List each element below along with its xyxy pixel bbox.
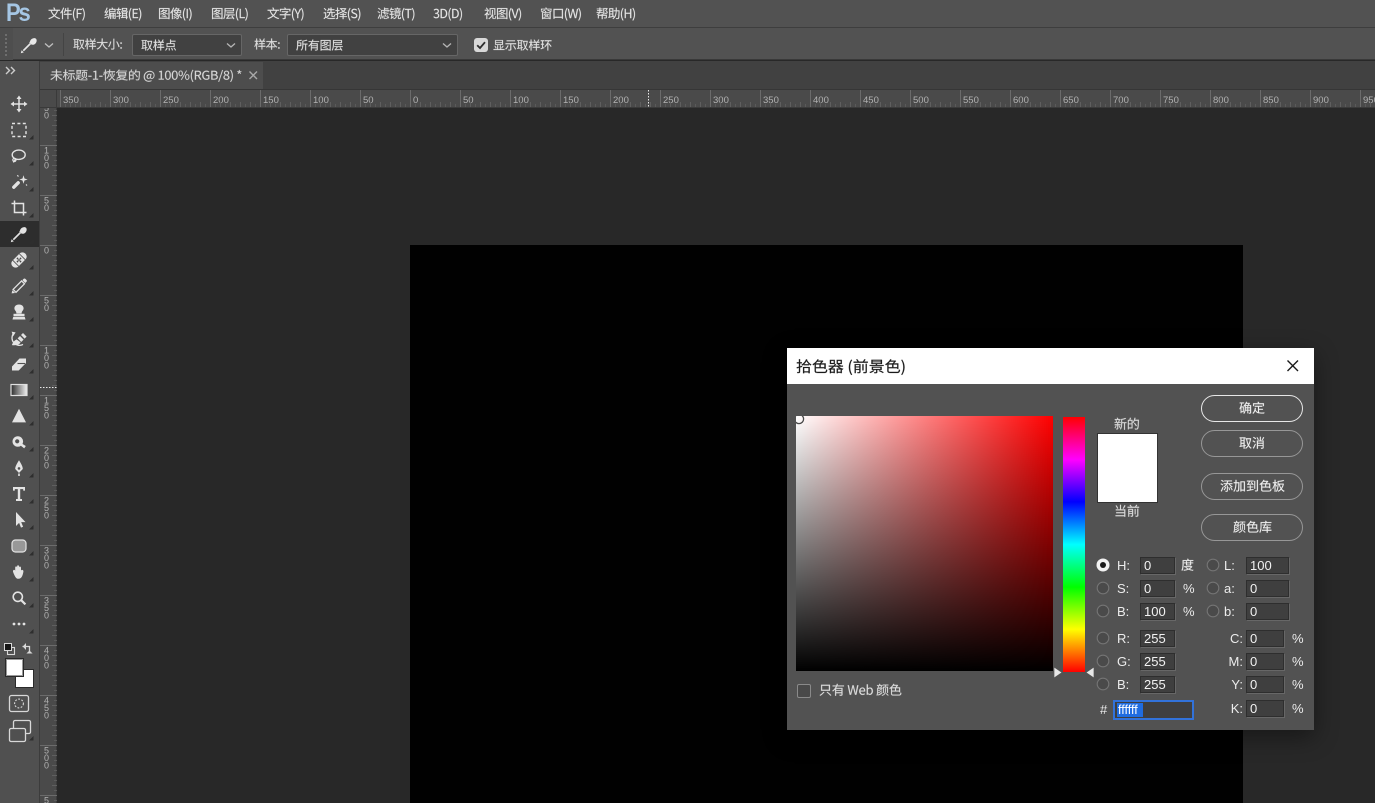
svg-text:0: 0: [44, 560, 49, 570]
svg-text:0: 0: [44, 160, 49, 170]
svg-text:0: 0: [44, 360, 49, 370]
svg-text:0: 0: [44, 510, 49, 520]
svg-text:50: 50: [363, 95, 374, 106]
svg-text:0: 0: [44, 303, 49, 313]
svg-text:0: 0: [44, 246, 49, 256]
svg-text:0: 0: [44, 460, 49, 470]
svg-text:0: 0: [44, 410, 49, 420]
svg-text:950: 950: [1363, 95, 1375, 106]
svg-text:5: 5: [44, 796, 49, 803]
svg-text:0: 0: [44, 710, 49, 720]
svg-text:0: 0: [44, 203, 49, 213]
svg-text:0: 0: [44, 610, 49, 620]
svg-text:0: 0: [44, 660, 49, 670]
svg-text:0: 0: [44, 760, 49, 770]
svg-text:0: 0: [44, 110, 49, 120]
svg-text:50: 50: [463, 95, 474, 106]
